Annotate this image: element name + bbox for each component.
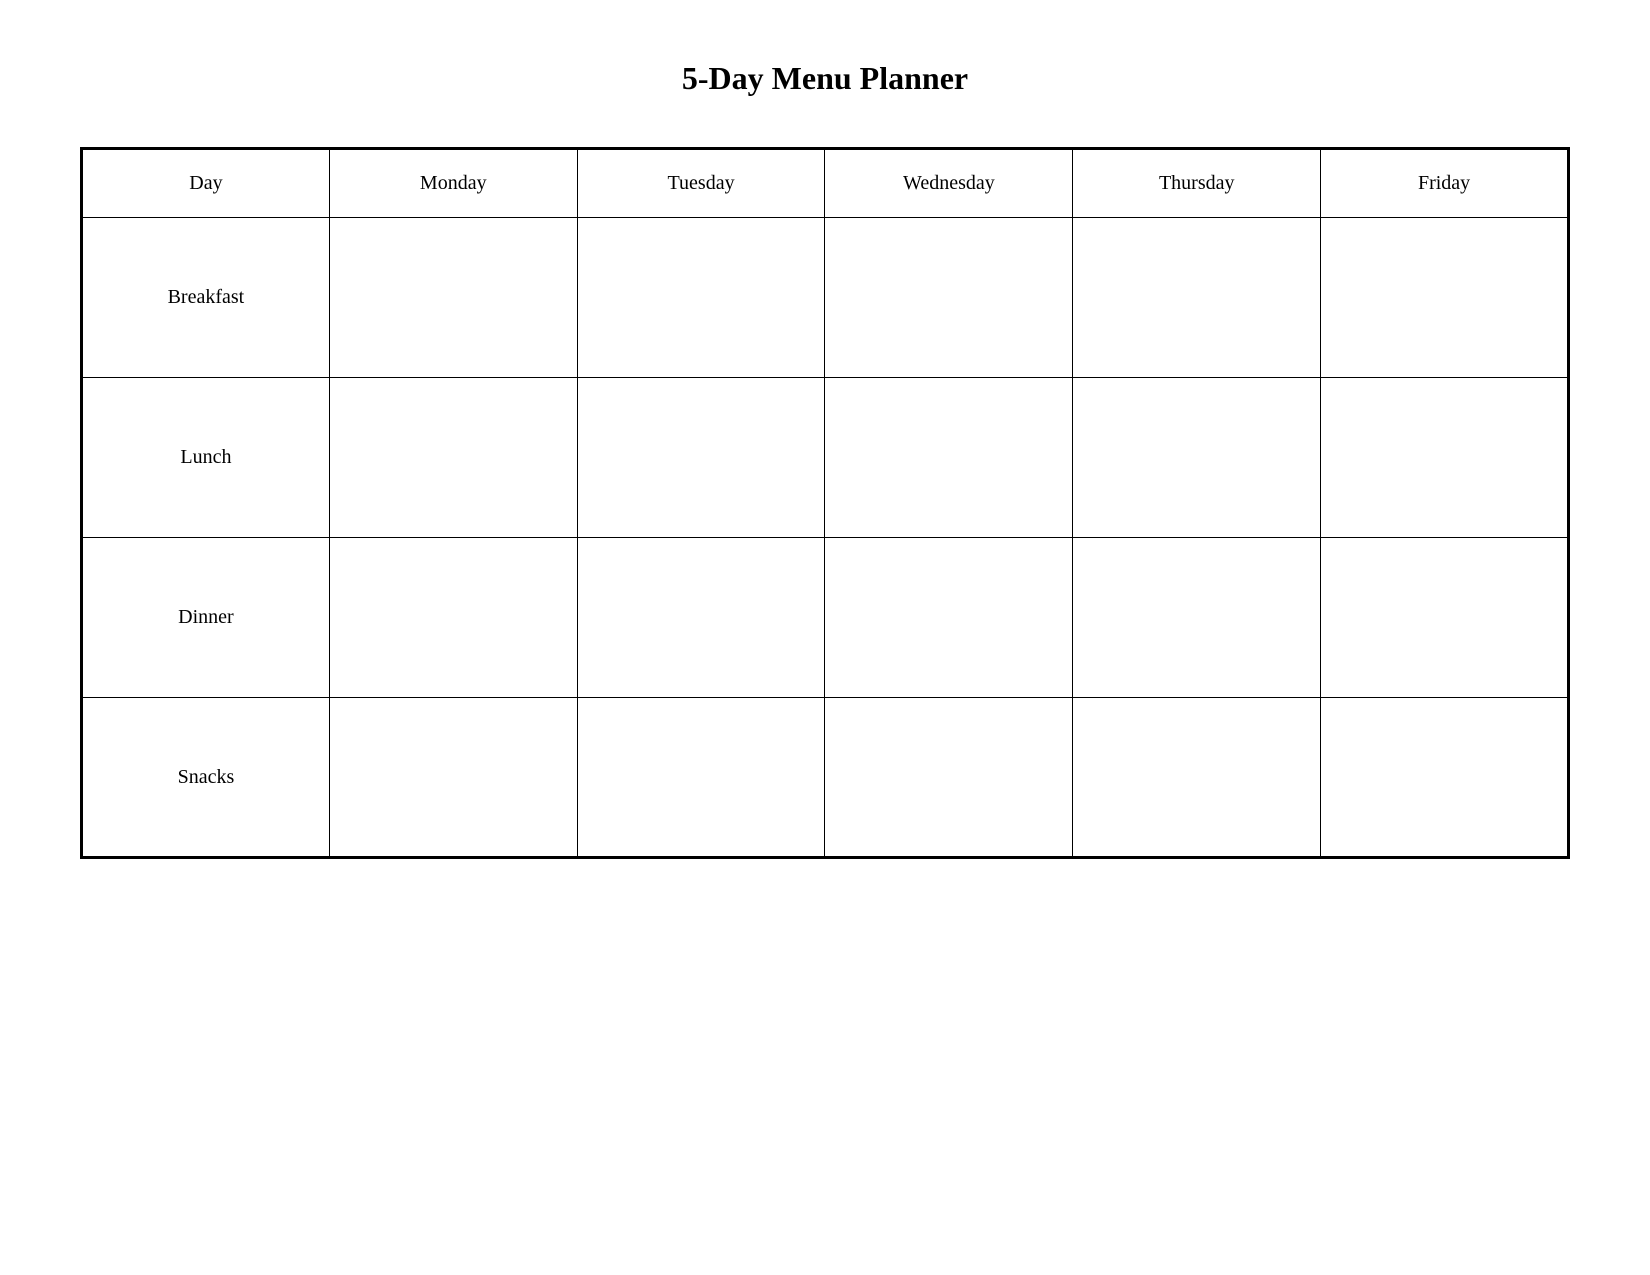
cell-breakfast-friday[interactable] <box>1321 218 1569 378</box>
col-wednesday: Wednesday <box>825 149 1073 218</box>
cell-lunch-thursday[interactable] <box>1073 378 1321 538</box>
meal-snacks: Snacks <box>82 698 330 858</box>
row-lunch: Lunch <box>82 378 1569 538</box>
meal-dinner: Dinner <box>82 538 330 698</box>
planner-table: Day Monday Tuesday Wednesday Thursday Fr… <box>80 147 1570 859</box>
lunch-label: Lunch <box>180 446 231 468</box>
cell-snacks-tuesday[interactable] <box>577 698 825 858</box>
cell-dinner-friday[interactable] <box>1321 538 1569 698</box>
cell-breakfast-tuesday[interactable] <box>577 218 825 378</box>
cell-lunch-tuesday[interactable] <box>577 378 825 538</box>
cell-snacks-monday[interactable] <box>329 698 577 858</box>
col-friday: Friday <box>1321 149 1569 218</box>
cell-snacks-friday[interactable] <box>1321 698 1569 858</box>
col-thursday: Thursday <box>1073 149 1321 218</box>
breakfast-label: Breakfast <box>168 286 245 308</box>
snacks-label: Snacks <box>178 766 235 788</box>
cell-dinner-wednesday[interactable] <box>825 538 1073 698</box>
cell-lunch-wednesday[interactable] <box>825 378 1073 538</box>
row-breakfast: Breakfast <box>82 218 1569 378</box>
cell-breakfast-monday[interactable] <box>329 218 577 378</box>
cell-breakfast-wednesday[interactable] <box>825 218 1073 378</box>
col-monday: Monday <box>329 149 577 218</box>
dinner-label: Dinner <box>178 606 234 628</box>
row-snacks: Snacks <box>82 698 1569 858</box>
col-day: Day <box>82 149 330 218</box>
header-row: Day Monday Tuesday Wednesday Thursday Fr… <box>82 149 1569 218</box>
page-title: 5-Day Menu Planner <box>682 60 968 97</box>
cell-dinner-tuesday[interactable] <box>577 538 825 698</box>
cell-dinner-thursday[interactable] <box>1073 538 1321 698</box>
col-tuesday: Tuesday <box>577 149 825 218</box>
meal-breakfast: Breakfast <box>82 218 330 378</box>
cell-lunch-friday[interactable] <box>1321 378 1569 538</box>
cell-dinner-monday[interactable] <box>329 538 577 698</box>
cell-lunch-monday[interactable] <box>329 378 577 538</box>
row-dinner: Dinner <box>82 538 1569 698</box>
cell-snacks-wednesday[interactable] <box>825 698 1073 858</box>
meal-lunch: Lunch <box>82 378 330 538</box>
cell-snacks-thursday[interactable] <box>1073 698 1321 858</box>
cell-breakfast-thursday[interactable] <box>1073 218 1321 378</box>
